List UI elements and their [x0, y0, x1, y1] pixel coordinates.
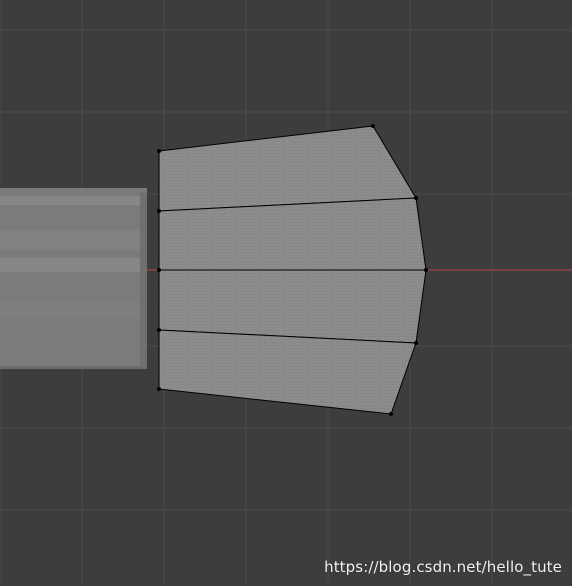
mesh-vertex[interactable]: [157, 268, 161, 272]
watermark-text: https://blog.csdn.net/hello_tute: [324, 558, 562, 576]
mesh-vertex[interactable]: [389, 412, 393, 416]
mesh-vertex[interactable]: [414, 341, 418, 345]
mesh-vertex[interactable]: [157, 149, 161, 153]
mesh-vertex[interactable]: [424, 268, 428, 272]
3d-viewport[interactable]: https://blog.csdn.net/hello_tute: [0, 0, 572, 586]
mesh-vertex[interactable]: [157, 387, 161, 391]
mesh-object[interactable]: [158, 125, 427, 415]
mesh-vertex[interactable]: [414, 196, 418, 200]
mesh-face[interactable]: [158, 197, 427, 271]
viewport-canvas[interactable]: [0, 0, 572, 586]
cylinder-object[interactable]: [0, 188, 147, 369]
mesh-vertex[interactable]: [157, 328, 161, 332]
mesh-face[interactable]: [158, 329, 417, 415]
mesh-vertex[interactable]: [157, 209, 161, 213]
mesh-face[interactable]: [158, 125, 417, 212]
mesh-vertex[interactable]: [371, 124, 375, 128]
